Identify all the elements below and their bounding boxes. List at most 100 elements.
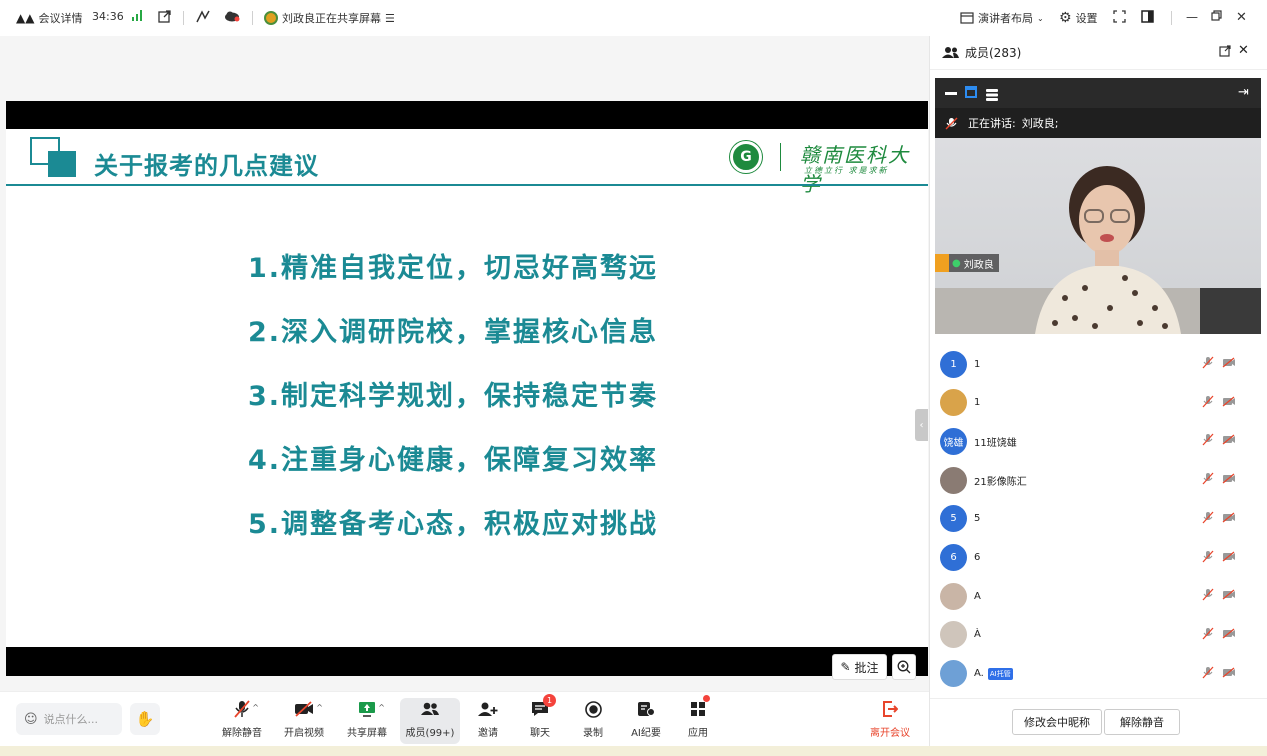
apps-icon xyxy=(691,702,705,716)
meeting-toolbar: ☺ 说点什么... ✋ ^ 解除静音 ^ 开启视频 ^ 共享屏幕 成员(99+)… xyxy=(0,691,929,746)
camera-off-icon[interactable] xyxy=(1222,434,1236,448)
cloud-icon[interactable] xyxy=(224,10,241,22)
invite-button[interactable]: 邀请 xyxy=(460,698,516,744)
rename-button[interactable]: 修改会中昵称 xyxy=(1012,709,1102,735)
mic-muted-icon[interactable] xyxy=(1202,395,1214,411)
member-row[interactable]: 66 xyxy=(930,539,1267,577)
leave-meeting-button[interactable]: 离开会议 xyxy=(862,698,918,744)
ai-minutes-icon xyxy=(638,702,655,716)
mic-muted-icon xyxy=(945,117,958,129)
camera-off-icon[interactable] xyxy=(1222,550,1236,565)
leave-label: 离开会议 xyxy=(870,728,910,739)
start-video-button[interactable]: ^ 开启视频 xyxy=(276,698,332,744)
logo-divider xyxy=(780,143,781,171)
member-name: A. xyxy=(974,668,984,680)
quick-chat-input[interactable]: ☺ 说点什么... xyxy=(16,703,122,735)
chevron-left-icon: ‹ xyxy=(919,419,924,431)
member-row[interactable]: À xyxy=(930,616,1267,654)
member-name: A xyxy=(974,590,981,602)
member-row[interactable]: 21影像陈汇 xyxy=(930,461,1267,499)
layout-button[interactable]: 演讲者布局 ⌄ xyxy=(960,10,1044,26)
camera-off-icon[interactable] xyxy=(1222,396,1236,410)
camera-off-icon[interactable] xyxy=(1222,667,1236,681)
member-name-wrap: 1 xyxy=(974,397,980,408)
minimize-video-icon[interactable] xyxy=(945,92,957,95)
collapse-video-icon[interactable]: ⇥ xyxy=(1238,85,1249,100)
close-panel-icon[interactable]: ✕ xyxy=(1238,43,1249,58)
annotate-label: 批注 xyxy=(854,660,879,675)
mic-muted-icon[interactable] xyxy=(1202,356,1214,372)
unmute-button[interactable]: ^ 解除静音 xyxy=(214,698,270,744)
zoom-in-button[interactable] xyxy=(892,654,916,680)
caret-up-icon[interactable]: ^ xyxy=(316,703,323,712)
member-row[interactable]: A. AI托管 xyxy=(930,655,1267,693)
popout-icon[interactable] xyxy=(158,10,171,23)
settings-button[interactable]: ⚙ 设置 xyxy=(1059,10,1098,26)
camera-off-icon[interactable] xyxy=(1222,512,1236,526)
unmute-all-button[interactable]: 解除静音 xyxy=(1104,709,1180,735)
meeting-info-button[interactable]: ▲▲ 会议详情 xyxy=(16,10,82,26)
member-row[interactable]: 11 xyxy=(930,345,1267,383)
camera-off-icon xyxy=(295,701,313,717)
camera-off-icon[interactable] xyxy=(1222,473,1236,487)
minimize-icon[interactable]: — xyxy=(1186,10,1198,24)
mic-muted-icon[interactable] xyxy=(1202,627,1214,643)
fullscreen-icon[interactable] xyxy=(1113,10,1126,23)
member-row[interactable]: 55 xyxy=(930,500,1267,538)
member-row[interactable]: 饶雄 11班饶雄 xyxy=(930,422,1267,460)
list-view-icon[interactable] xyxy=(986,86,998,101)
camera-off-icon[interactable] xyxy=(1222,357,1236,371)
apps-button[interactable]: 应用 xyxy=(670,695,726,744)
slide-point-3: 3.制定科学规划，保持稳定节奏 xyxy=(248,381,659,412)
collapse-panel-handle[interactable]: ‹ xyxy=(915,409,928,441)
camera-off-icon[interactable] xyxy=(1222,589,1236,603)
members-button[interactable]: 成员(99+) xyxy=(400,698,460,744)
mic-muted-icon[interactable] xyxy=(1202,550,1214,566)
start-video-label: 开启视频 xyxy=(284,728,324,739)
record-button[interactable]: 录制 xyxy=(565,698,621,744)
annotate-button[interactable]: ✎ 批注 xyxy=(832,654,887,680)
caret-up-icon[interactable]: ^ xyxy=(252,703,259,712)
single-view-icon[interactable] xyxy=(965,86,977,98)
chat-button[interactable]: 1 聊天 xyxy=(512,694,568,744)
restore-icon[interactable] xyxy=(1211,10,1222,21)
share-screen-button[interactable]: ^ 共享屏幕 xyxy=(339,698,395,744)
member-name-wrap: 5 xyxy=(974,513,980,524)
raise-hand-button[interactable]: ✋ xyxy=(130,703,160,735)
member-name-wrap: 21影像陈汇 xyxy=(974,473,1027,488)
chat-placeholder: 说点什么... xyxy=(43,713,99,726)
zoom-in-icon xyxy=(897,660,911,674)
speaker-video[interactable]: ⇥ 正在讲话: 刘政良; ● 刘政良 xyxy=(935,78,1261,334)
mic-muted-icon[interactable] xyxy=(1202,511,1214,527)
member-row[interactable]: 1 xyxy=(930,384,1267,422)
mic-muted-icon[interactable] xyxy=(1202,666,1214,682)
mic-muted-icon[interactable] xyxy=(1202,472,1214,488)
sharer-avatar-icon xyxy=(264,11,278,25)
sharing-status[interactable]: 刘政良正在共享屏幕 ☰ xyxy=(264,10,395,26)
member-name-wrap: A xyxy=(974,591,981,602)
member-name: 6 xyxy=(974,552,981,563)
popout-icon[interactable] xyxy=(1219,45,1231,60)
apps-label: 应用 xyxy=(688,728,708,739)
member-name: 11班饶雄 xyxy=(974,437,1017,449)
invite-label: 邀请 xyxy=(478,728,498,739)
speaking-indicator: 正在讲话: 刘政良; xyxy=(935,108,1261,138)
signal-icon[interactable] xyxy=(132,10,144,21)
layout-label: 演讲者布局 xyxy=(978,12,1033,25)
close-icon[interactable]: ✕ xyxy=(1236,10,1247,25)
sidebar-toggle-icon[interactable] xyxy=(1141,10,1154,23)
camera-off-icon[interactable] xyxy=(1222,628,1236,642)
member-name: 1 xyxy=(974,358,981,370)
settings-label: 设置 xyxy=(1075,12,1098,25)
layout-icon xyxy=(960,12,974,24)
noise-reduction-icon[interactable] xyxy=(196,10,210,23)
video-view-controls: ⇥ xyxy=(935,78,1261,108)
avatar: 6 xyxy=(940,544,967,571)
mic-muted-icon[interactable] xyxy=(1202,433,1214,449)
avatar xyxy=(940,582,967,610)
caret-up-icon[interactable]: ^ xyxy=(378,703,385,712)
member-row[interactable]: A xyxy=(930,577,1267,615)
ai-minutes-button[interactable]: AI纪要 xyxy=(618,698,674,744)
mic-muted-icon[interactable] xyxy=(1202,588,1214,604)
school-logo-icon: G xyxy=(730,141,762,173)
